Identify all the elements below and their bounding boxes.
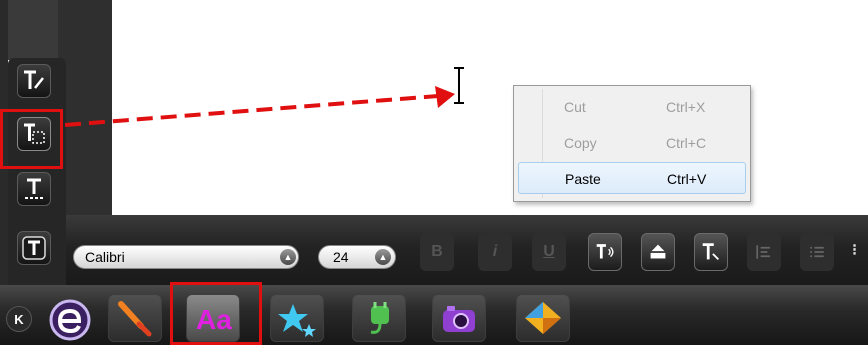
font-size-select[interactable]: 24 ▲ [318, 245, 396, 269]
underline-button[interactable]: U [532, 233, 566, 271]
menu-item-shortcut: Ctrl+C [666, 135, 707, 151]
shapes-icon [525, 302, 561, 334]
menu-item-label: Paste [565, 171, 601, 187]
list-button[interactable] [800, 233, 834, 271]
menu-item-shortcut: Ctrl+X [666, 99, 706, 115]
italic-button[interactable]: i [478, 233, 512, 271]
plugin-icon [370, 302, 389, 334]
text-underline-tool-icon [25, 178, 43, 199]
underline-label: U [543, 243, 555, 260]
highlight-text-app [170, 282, 262, 345]
paint-brush-icon [118, 301, 152, 337]
toolbar-overflow-icon[interactable]: ⁝ [852, 240, 868, 270]
dock-app-shapes[interactable] [516, 294, 570, 342]
text-speak-button[interactable] [588, 233, 622, 271]
highlight-text-box-tool [0, 109, 63, 169]
menu-item-label: Copy [564, 135, 597, 151]
menu-item-copy[interactable]: Copy Ctrl+C [518, 127, 746, 159]
clear-format-icon [702, 243, 720, 261]
align-button[interactable] [747, 233, 781, 271]
stars-effects-icon [278, 304, 316, 337]
text-style-icon [22, 236, 46, 260]
text-fill-button[interactable] [641, 233, 675, 271]
dock-app-effects[interactable] [270, 294, 324, 342]
menu-item-shortcut: Ctrl+V [667, 171, 707, 187]
dock-app-plugins[interactable] [352, 294, 406, 342]
text-fill-icon [650, 244, 666, 259]
dock-app-browser[interactable] [44, 298, 96, 342]
font-family-select[interactable]: Calibri ▲ [73, 245, 299, 269]
annotation-arrow [64, 86, 455, 127]
font-family-dropdown-icon[interactable]: ▲ [280, 249, 296, 265]
menu-item-label: Cut [564, 99, 586, 115]
font-size-dropdown-icon[interactable]: ▲ [375, 249, 391, 265]
menu-item-cut[interactable]: Cut Ctrl+X [518, 91, 746, 123]
list-icon [810, 246, 824, 258]
text-speak-icon [596, 244, 614, 259]
text-edit-icon [24, 70, 44, 89]
context-menu: Cut Ctrl+X Copy Ctrl+C Paste Ctrl+V [513, 85, 751, 202]
align-icon [756, 245, 770, 259]
browser-e-icon [49, 299, 91, 341]
dock-back-button[interactable]: K [6, 306, 32, 332]
text-underline-tool-button[interactable] [17, 172, 51, 206]
bold-label: B [431, 243, 443, 260]
text-style-tool-button[interactable] [17, 231, 51, 265]
dock-app-camera[interactable] [432, 294, 486, 342]
font-size-value: 24 [333, 249, 349, 265]
camera-icon [443, 306, 475, 332]
text-cursor-icon [454, 67, 464, 104]
back-label: K [14, 311, 24, 327]
text-edit-tool-button[interactable] [17, 64, 51, 98]
italic-label: i [492, 243, 498, 260]
font-family-value: Calibri [85, 249, 125, 265]
menu-item-paste[interactable]: Paste Ctrl+V [518, 162, 746, 194]
bold-button[interactable]: B [420, 233, 454, 271]
sidebar-top [8, 0, 58, 60]
dock-app-paint[interactable] [108, 294, 162, 342]
clear-format-button[interactable] [694, 233, 728, 271]
